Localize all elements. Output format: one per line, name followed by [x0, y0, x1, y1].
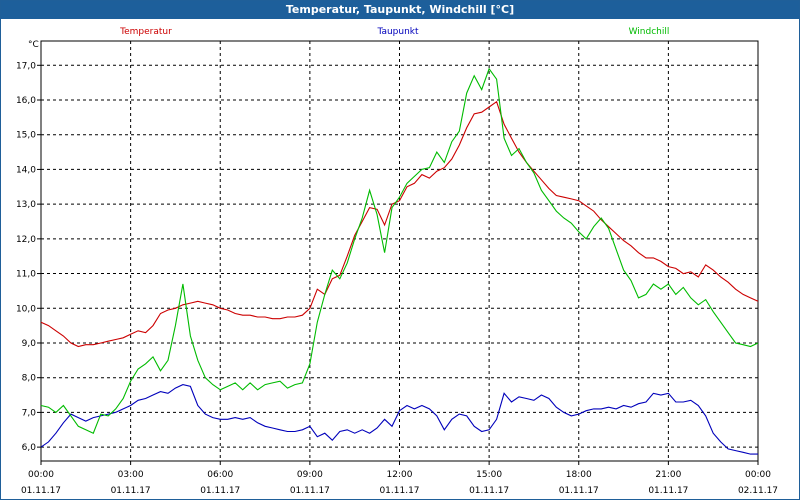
x-tick-date: 01.11.17	[111, 486, 151, 496]
window-title: Temperatur, Taupunkt, Windchill [°C]	[1, 1, 799, 19]
y-tick-label: 16,0	[16, 96, 36, 106]
y-tick-label: 11,0	[16, 270, 36, 280]
x-tick-time: 06:00	[207, 470, 233, 480]
x-tick-date: 01.11.17	[379, 486, 419, 496]
y-tick-label: 15,0	[16, 131, 36, 141]
y-tick-label: 9,0	[22, 339, 37, 349]
y-tick-label: 6,0	[22, 443, 37, 453]
x-tick-date: 01.11.17	[200, 486, 240, 496]
x-tick-date: 01.11.17	[559, 486, 599, 496]
y-tick-label: 10,0	[16, 304, 36, 314]
legend-taupunkt: Taupunkt	[376, 27, 419, 37]
x-tick-time: 03:00	[118, 470, 144, 480]
x-tick-time: 00:00	[28, 470, 54, 480]
chart-window: Temperatur, Taupunkt, Windchill [°C] 6,0…	[0, 0, 800, 500]
x-tick-time: 00:00	[745, 470, 771, 480]
y-tick-label: 8,0	[22, 374, 37, 384]
y-axis-label: °C	[28, 40, 39, 50]
y-tick-label: 17,0	[16, 61, 36, 71]
y-tick-label: 7,0	[22, 408, 37, 418]
x-tick-date: 01.11.17	[469, 486, 509, 496]
y-tick-label: 12,0	[16, 235, 36, 245]
x-tick-time: 15:00	[476, 470, 502, 480]
x-tick-date: 02.11.17	[738, 486, 778, 496]
y-tick-label: 13,0	[16, 200, 36, 210]
x-tick-time: 09:00	[297, 470, 323, 480]
x-tick-date: 01.11.17	[21, 486, 61, 496]
x-tick-time: 21:00	[655, 470, 681, 480]
y-tick-label: 14,0	[16, 165, 36, 175]
x-tick-date: 01.11.17	[648, 486, 688, 496]
x-tick-time: 12:00	[387, 470, 413, 480]
x-tick-date: 01.11.17	[290, 486, 330, 496]
legend-temperatur: Temperatur	[119, 27, 172, 37]
x-tick-time: 18:00	[566, 470, 592, 480]
chart-area: 6,0 7,0 8,0 9,0 10,0 11,0 12,0 13,0 14,0 15,0 16,0…	[16, 27, 778, 496]
legend-windchill: Windchill	[629, 27, 670, 37]
